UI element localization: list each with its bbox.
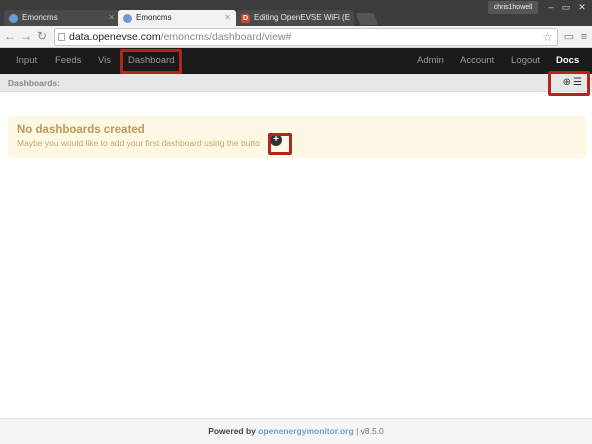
emoncms-favicon-icon (9, 14, 18, 23)
footer: Powered by openenergymonitor.org | v8.5.… (0, 418, 592, 444)
browser-tab-2[interactable]: Emoncms ✕ (118, 10, 236, 26)
bookmark-star-icon[interactable]: ☆ (542, 29, 553, 45)
tab-label: Emoncms (136, 13, 172, 22)
emoncms-favicon-icon (123, 14, 132, 23)
cast-icon[interactable]: ▭ (562, 30, 576, 44)
dashboard-highlight-box (120, 49, 182, 74)
no-dashboards-alert: No dashboards created Maybe you would li… (8, 116, 586, 158)
nav-admin[interactable]: Admin (417, 48, 444, 74)
forward-arrow-icon[interactable]: → (19, 29, 33, 43)
main-navbar: Input Feeds Vis Dashboard Admin Account … (0, 48, 592, 74)
url-path: /emoncms/dashboard/view# (160, 31, 292, 43)
new-tab-button[interactable] (355, 13, 379, 25)
nav-input[interactable]: Input (16, 48, 37, 74)
minimize-icon[interactable]: – (544, 2, 558, 12)
reload-icon[interactable]: ↻ (35, 29, 49, 43)
browser-tabstrip: Emoncms ✕ Emoncms ✕ D Editing OpenEVSE W… (0, 0, 592, 26)
footer-link[interactable]: openenergymonitor.org (258, 426, 353, 436)
alert-message: Maybe you would like to add your first d… (17, 138, 260, 148)
tab-label: Emoncms (22, 13, 58, 22)
footer-version: | v8.5.0 (356, 426, 384, 436)
dozuki-favicon-icon: D (241, 14, 250, 23)
close-window-icon[interactable]: ✕ (575, 2, 589, 13)
nav-vis[interactable]: Vis (98, 48, 111, 74)
browser-tab-1[interactable]: Emoncms ✕ (4, 10, 120, 26)
browser-user-chip[interactable]: chris1howell (488, 1, 538, 14)
actions-highlight-box (548, 71, 590, 96)
maximize-icon[interactable]: ▭ (559, 2, 573, 13)
nav-feeds[interactable]: Feeds (55, 48, 81, 74)
address-bar[interactable]: data.openevse.com/emoncms/dashboard/view… (54, 28, 558, 46)
page-icon (58, 33, 65, 41)
browser-tab-3[interactable]: D Editing OpenEVSE WiFi (E (236, 10, 354, 26)
close-icon[interactable]: ✕ (224, 10, 231, 26)
footer-prefix: Powered by (208, 426, 256, 436)
close-icon[interactable]: ✕ (108, 10, 115, 26)
browser-toolbar: ← → ↻ data.openevse.com/emoncms/dashboar… (0, 26, 592, 48)
dashboards-toolbar: Dashboards: ⊕☰ (0, 74, 592, 92)
nav-logout[interactable]: Logout (511, 48, 540, 74)
back-arrow-icon[interactable]: ← (3, 29, 17, 43)
url-host: data.openevse.com (69, 31, 161, 43)
alert-title: No dashboards created (17, 124, 145, 136)
nav-account[interactable]: Account (460, 48, 494, 74)
plus-highlight-box (268, 133, 292, 155)
tab-label: Editing OpenEVSE WiFi (E (254, 13, 351, 22)
dashboards-label: Dashboards: (8, 78, 60, 88)
menu-icon[interactable]: ≡ (577, 30, 591, 44)
